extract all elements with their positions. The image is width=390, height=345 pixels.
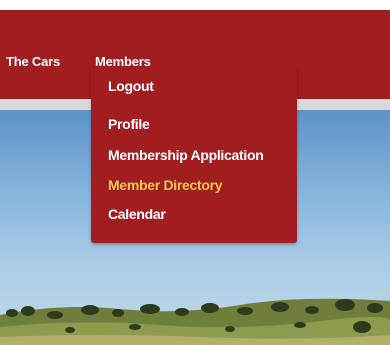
members-dropdown-menu: Logout Profile Membership Application Me… [91,68,297,243]
menu-item-logout[interactable]: Logout [108,78,154,94]
nav-item-the-cars[interactable]: The Cars [6,54,60,69]
nav-item-members[interactable]: Members [95,54,151,69]
menu-item-calendar[interactable]: Calendar [108,206,166,222]
menu-item-member-directory[interactable]: Member Directory [108,177,223,193]
menu-item-membership-application[interactable]: Membership Application [108,147,264,163]
top-margin [0,0,390,10]
landscape-hills [0,298,390,345]
menu-item-profile[interactable]: Profile [108,116,150,132]
